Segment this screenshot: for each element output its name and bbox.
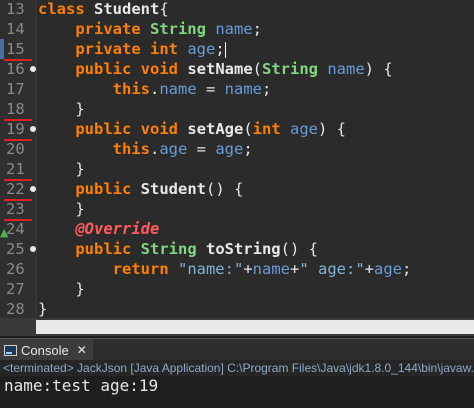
code-text[interactable]: public String toString() { [38, 239, 318, 259]
code-text[interactable]: class Student{ [38, 0, 169, 19]
code-line[interactable]: 27 } [0, 279, 474, 299]
code-text[interactable]: public Student() { [38, 179, 243, 199]
line-number: 21 [4, 159, 32, 181]
code-line[interactable]: 26 return "name:"+name+" age:"+age; [0, 259, 474, 279]
console-tab-label: Console [21, 342, 69, 358]
console-status: <terminated> JackJson [Java Application]… [0, 360, 474, 376]
line-number: 26 [6, 260, 25, 278]
line-number: 20 [6, 140, 25, 158]
line-number: 25 [6, 240, 25, 258]
fold-dot-icon[interactable] [30, 186, 36, 192]
code-text[interactable]: } [38, 279, 84, 299]
code-text[interactable]: return "name:"+name+" age:"+age; [38, 259, 412, 279]
code-text[interactable]: public void setAge(int age) { [38, 119, 346, 139]
code-line[interactable]: 16 public void setName(String name) { [0, 59, 474, 79]
code-line[interactable]: 14 private String name; [0, 19, 474, 39]
line-number: 15 [4, 39, 32, 61]
console-icon [4, 344, 17, 356]
current-line-marker [0, 39, 4, 59]
code-line[interactable]: 25 public String toString() { [0, 239, 474, 259]
code-line[interactable]: 17 this.name = name; [0, 79, 474, 99]
code-text[interactable]: this.name = name; [38, 79, 272, 99]
line-number: 17 [6, 80, 25, 98]
scrollbar-thumb[interactable] [36, 320, 474, 334]
code-line[interactable]: 23 } [0, 199, 474, 221]
fold-dot-icon[interactable] [30, 246, 36, 252]
code-line[interactable]: 28} [0, 299, 474, 318]
code-line[interactable]: 22 public Student() { [0, 179, 474, 201]
console-output: name:test age:19 [0, 376, 474, 408]
code-line[interactable]: 19 public void setAge(int age) { [0, 119, 474, 141]
code-text[interactable]: @Override [38, 219, 159, 239]
code-text[interactable]: private int age; [38, 39, 226, 59]
line-number: 16 [6, 60, 25, 78]
line-number: 19 [4, 119, 32, 141]
code-text[interactable]: public void setName(String name) { [38, 59, 392, 79]
line-number: 14 [6, 20, 25, 38]
code-line[interactable]: 13 class Student{ [0, 0, 474, 19]
line-number: 27 [6, 280, 25, 298]
tab-console[interactable]: Console ✕ [0, 339, 93, 361]
console-tab-bar: Console ✕ [0, 338, 474, 361]
code-editor[interactable]: 13 class Student{14 private String name; 1… [0, 0, 474, 318]
line-number: 23 [4, 199, 32, 221]
code-line[interactable]: 18 } [0, 99, 474, 121]
code-text[interactable]: } [38, 159, 84, 179]
horizontal-scrollbar[interactable] [0, 318, 474, 336]
line-number: 28 [6, 300, 25, 318]
code-line[interactable]: 20 this.age = age; [0, 139, 474, 159]
code-line[interactable]: ▲ 24 @Override [0, 219, 474, 239]
code-text[interactable]: } [38, 299, 47, 318]
line-number: 22 [4, 179, 32, 201]
code-line[interactable]: 15 private int age; [0, 39, 474, 61]
close-icon[interactable]: ✕ [77, 343, 87, 357]
code-text[interactable]: } [38, 199, 84, 219]
code-line[interactable]: 21 } [0, 159, 474, 181]
code-text[interactable]: } [38, 99, 84, 119]
fold-dot-icon[interactable] [30, 66, 36, 72]
code-text[interactable]: private String name; [38, 19, 262, 39]
fold-dot-icon[interactable] [30, 126, 36, 132]
line-number: 13 [6, 0, 25, 18]
line-number: 24 [6, 220, 25, 238]
code-text[interactable]: this.age = age; [38, 139, 253, 159]
line-number: 18 [4, 99, 32, 121]
text-caret [224, 41, 226, 58]
